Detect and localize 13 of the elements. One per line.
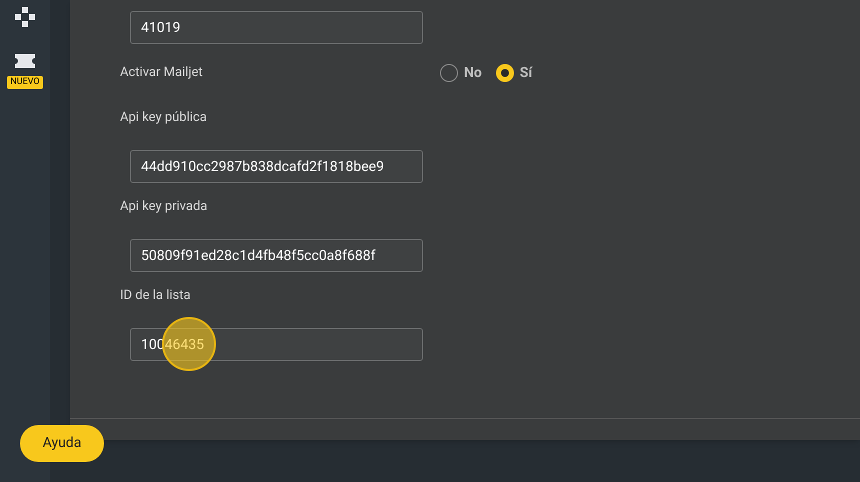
field-label: ID de la lista bbox=[120, 287, 191, 305]
help-button[interactable]: Ayuda bbox=[20, 425, 104, 462]
radio-option[interactable]: Sí bbox=[496, 62, 532, 84]
new-badge: NUEVO bbox=[7, 76, 43, 89]
text-field[interactable]: 41019 bbox=[130, 11, 423, 44]
radio-option[interactable]: No bbox=[440, 62, 482, 84]
field-label: Activar Mailjet bbox=[120, 64, 204, 82]
cross-dots-icon[interactable] bbox=[14, 6, 36, 28]
field-label: Api key pública bbox=[120, 109, 207, 127]
field-label: Api key privada bbox=[120, 198, 208, 216]
ticket-icon[interactable] bbox=[15, 54, 35, 68]
text-field[interactable]: 50809f91ed28c1d4fb48f5cc0a8f688f bbox=[130, 239, 423, 272]
text-field[interactable]: 44dd910cc2987b838dcafd2f1818bee9 bbox=[130, 150, 423, 183]
